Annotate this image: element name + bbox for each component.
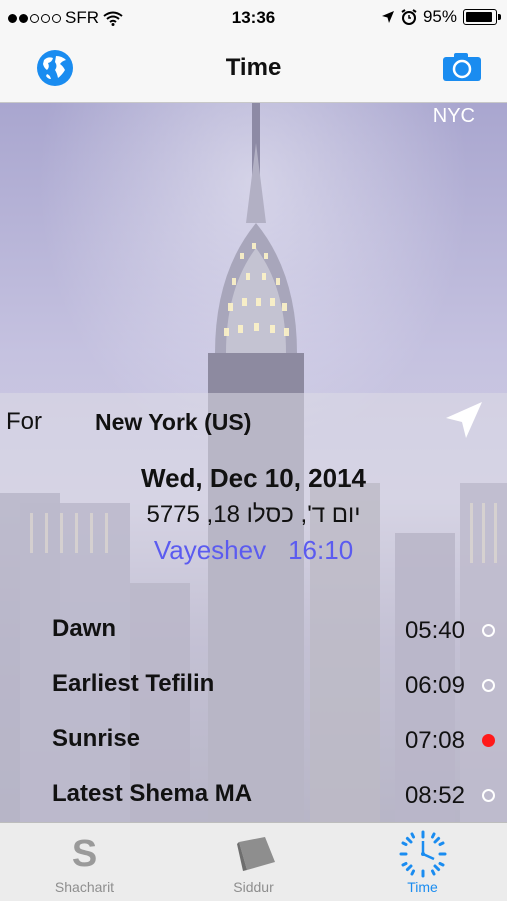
zman-name: Latest Shema MA <box>52 780 253 807</box>
alarm-clock-icon <box>401 9 417 25</box>
zman-row[interactable]: Sunrise 07:08 <box>0 725 507 775</box>
clock-icon <box>338 830 507 878</box>
tab-time[interactable]: Time <box>338 823 507 901</box>
nav-bar: Time <box>0 36 507 103</box>
zman-name: Dawn <box>52 615 117 642</box>
tab-label: Time <box>407 879 438 895</box>
tab-shacharit[interactable]: S Shacharit <box>0 823 169 901</box>
zman-row[interactable]: Dawn 05:40 <box>0 615 507 665</box>
location-arrow-icon <box>381 11 394 23</box>
zman-current-dot <box>482 734 495 747</box>
tab-label: Shacharit <box>54 879 115 895</box>
battery-icon <box>463 9 501 25</box>
zman-status-dot <box>482 624 495 637</box>
candle-lighting-time: 16:10 <box>288 535 354 565</box>
zman-time: 07:08 <box>404 727 465 754</box>
gregorian-date: Wed, Dec 10, 2014 <box>141 463 366 493</box>
zman-row[interactable]: Latest Shema MA 08:52 <box>0 780 507 822</box>
status-right: 95% <box>381 7 501 27</box>
parasha-line: Vayeshev 16:10 <box>0 535 507 566</box>
tab-label: Siddur <box>233 879 274 895</box>
city-code: NYC <box>432 105 475 127</box>
camera-button[interactable] <box>442 52 482 87</box>
battery-percent: 95% <box>422 7 457 26</box>
zman-name: Earliest Tefilin <box>52 670 215 697</box>
locate-button[interactable] <box>444 400 484 445</box>
status-bar: SFR 13:36 95% <box>0 0 507 36</box>
zman-row[interactable]: Earliest Tefilin 06:09 <box>0 670 507 720</box>
tab-bar: S Shacharit Siddur Time <box>0 822 507 901</box>
location-arrow-icon <box>446 402 482 438</box>
tab-siddur[interactable]: Siddur <box>169 823 338 901</box>
shacharit-s-icon: S <box>71 832 98 875</box>
hebrew-date: יום ד', כסלו 18, 5775 <box>146 501 361 528</box>
zman-name: Sunrise <box>52 725 141 752</box>
zmanim-panel: NYC For New York (US) Wed, Dec 10, 2014 … <box>0 103 507 822</box>
zman-status-dot <box>482 679 495 692</box>
zman-time: 05:40 <box>404 617 465 644</box>
book-icon <box>169 831 338 877</box>
page-title: Time <box>225 54 282 81</box>
camera-icon <box>443 53 481 81</box>
location-selector[interactable]: New York (US) <box>95 409 251 436</box>
zman-status-dot <box>482 789 495 802</box>
zman-time: 06:09 <box>404 672 465 699</box>
parasha-name: Vayeshev <box>153 535 267 565</box>
zman-time: 08:52 <box>404 782 465 809</box>
for-label: For <box>6 408 42 435</box>
